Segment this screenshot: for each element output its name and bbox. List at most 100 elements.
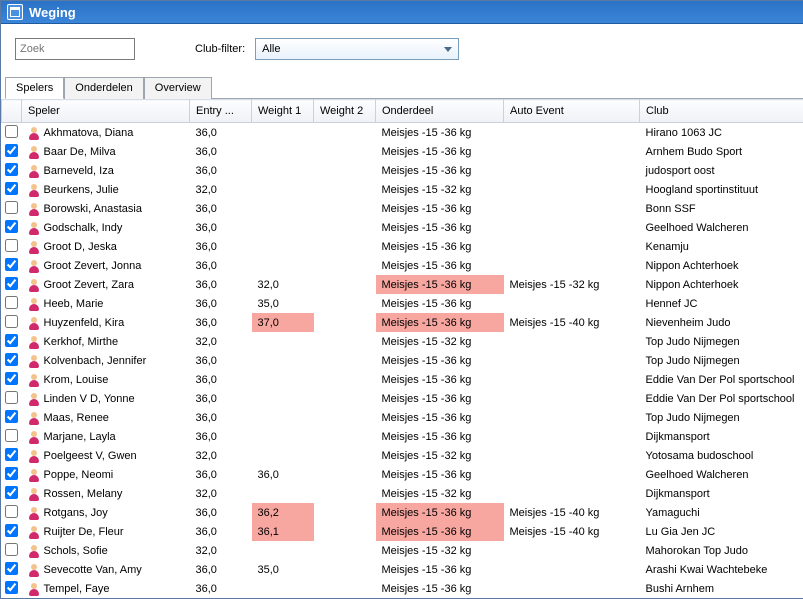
row-checkbox[interactable] — [5, 220, 18, 233]
row-checkbox[interactable] — [5, 277, 18, 290]
tab-onderdelen[interactable]: Onderdelen — [64, 77, 144, 99]
weight1[interactable] — [252, 370, 314, 389]
weight1[interactable] — [252, 180, 314, 199]
weight1[interactable] — [252, 237, 314, 256]
weight1[interactable] — [252, 199, 314, 218]
weight1[interactable] — [252, 351, 314, 370]
row-checkbox[interactable] — [5, 429, 18, 442]
weight2[interactable] — [314, 332, 376, 351]
weight2[interactable] — [314, 503, 376, 522]
row-checkbox[interactable] — [5, 543, 18, 556]
weight2[interactable] — [314, 218, 376, 237]
row-checkbox[interactable] — [5, 125, 18, 138]
weight2[interactable] — [314, 522, 376, 541]
table-row[interactable]: Barneveld, Iza36,0Meisjes -15 -36 kgjudo… — [2, 161, 803, 180]
table-row[interactable]: Sevecotte Van, Amy36,035,0Meisjes -15 -3… — [2, 560, 803, 579]
table-row[interactable]: Heeb, Marie36,035,0Meisjes -15 -36 kgHen… — [2, 294, 803, 313]
col-onderdeel[interactable]: Onderdeel — [376, 100, 504, 123]
weight1[interactable] — [252, 161, 314, 180]
col-weight1[interactable]: Weight 1 — [252, 100, 314, 123]
col-checkbox[interactable] — [2, 100, 22, 123]
weight1[interactable]: 36,1 — [252, 522, 314, 541]
col-speler[interactable]: Speler — [22, 100, 190, 123]
weight1[interactable] — [252, 389, 314, 408]
row-checkbox[interactable] — [5, 467, 18, 480]
weight2[interactable] — [314, 579, 376, 598]
weight2[interactable] — [314, 142, 376, 161]
row-checkbox[interactable] — [5, 353, 18, 366]
weight1[interactable] — [252, 256, 314, 275]
weight2[interactable] — [314, 313, 376, 332]
col-weight2[interactable]: Weight 2 — [314, 100, 376, 123]
table-row[interactable]: Ruijter De, Fleur36,036,1Meisjes -15 -36… — [2, 522, 803, 541]
weight1[interactable]: 35,0 — [252, 560, 314, 579]
weight2[interactable] — [314, 275, 376, 294]
tab-spelers[interactable]: Spelers — [5, 77, 64, 99]
table-row[interactable]: Baar De, Milva36,0Meisjes -15 -36 kgArnh… — [2, 142, 803, 161]
weight1[interactable] — [252, 579, 314, 598]
weight1[interactable] — [252, 408, 314, 427]
weight1[interactable] — [252, 427, 314, 446]
row-checkbox[interactable] — [5, 562, 18, 575]
row-checkbox[interactable] — [5, 486, 18, 499]
weight2[interactable] — [314, 237, 376, 256]
weight2[interactable] — [314, 199, 376, 218]
table-row[interactable]: Borowski, Anastasia36,0Meisjes -15 -36 k… — [2, 199, 803, 218]
weight2[interactable] — [314, 294, 376, 313]
table-row[interactable]: Huyzenfeld, Kira36,037,0Meisjes -15 -36 … — [2, 313, 803, 332]
table-row[interactable]: Groot Zevert, Jonna36,0Meisjes -15 -36 k… — [2, 256, 803, 275]
row-checkbox[interactable] — [5, 372, 18, 385]
row-checkbox[interactable] — [5, 296, 18, 309]
table-row[interactable]: Groot D, Jeska36,0Meisjes -15 -36 kgKena… — [2, 237, 803, 256]
table-row[interactable]: Schols, Sofie32,0Meisjes -15 -32 kgMahor… — [2, 541, 803, 560]
table-row[interactable]: Groot Zevert, Zara36,032,0Meisjes -15 -3… — [2, 275, 803, 294]
row-checkbox[interactable] — [5, 581, 18, 594]
table-row[interactable]: Godschalk, Indy36,0Meisjes -15 -36 kgGee… — [2, 218, 803, 237]
table-row[interactable]: Beurkens, Julie32,0Meisjes -15 -32 kgHoo… — [2, 180, 803, 199]
weight1[interactable] — [252, 218, 314, 237]
col-club[interactable]: Club — [640, 100, 803, 123]
row-checkbox[interactable] — [5, 505, 18, 518]
row-checkbox[interactable] — [5, 144, 18, 157]
col-auto-event[interactable]: Auto Event — [504, 100, 640, 123]
weight2[interactable] — [314, 161, 376, 180]
table-row[interactable]: Poppe, Neomi36,036,0Meisjes -15 -36 kgGe… — [2, 465, 803, 484]
row-checkbox[interactable] — [5, 258, 18, 271]
weight1[interactable]: 32,0 — [252, 275, 314, 294]
table-row[interactable]: Marjane, Layla36,0Meisjes -15 -36 kgDijk… — [2, 427, 803, 446]
table-row[interactable]: Linden V D, Yonne36,0Meisjes -15 -36 kgE… — [2, 389, 803, 408]
weight2[interactable] — [314, 446, 376, 465]
weight1[interactable]: 36,0 — [252, 465, 314, 484]
weight1[interactable] — [252, 446, 314, 465]
weight2[interactable] — [314, 180, 376, 199]
weight1[interactable] — [252, 332, 314, 351]
weight2[interactable] — [314, 484, 376, 503]
weight1[interactable] — [252, 142, 314, 161]
weight2[interactable] — [314, 123, 376, 143]
weight1[interactable]: 37,0 — [252, 313, 314, 332]
row-checkbox[interactable] — [5, 315, 18, 328]
table-row[interactable]: Maas, Renee36,0Meisjes -15 -36 kgTop Jud… — [2, 408, 803, 427]
table-row[interactable]: Kerkhof, Mirthe32,0Meisjes -15 -32 kgTop… — [2, 332, 803, 351]
weight1[interactable] — [252, 484, 314, 503]
weight2[interactable] — [314, 389, 376, 408]
weight1[interactable] — [252, 541, 314, 560]
weight1[interactable]: 35,0 — [252, 294, 314, 313]
weight1[interactable]: 36,2 — [252, 503, 314, 522]
row-checkbox[interactable] — [5, 239, 18, 252]
table-row[interactable]: Rotgans, Joy36,036,2Meisjes -15 -36 kgMe… — [2, 503, 803, 522]
weight2[interactable] — [314, 256, 376, 275]
row-checkbox[interactable] — [5, 524, 18, 537]
row-checkbox[interactable] — [5, 391, 18, 404]
table-row[interactable]: Kolvenbach, Jennifer36,0Meisjes -15 -36 … — [2, 351, 803, 370]
weight2[interactable] — [314, 408, 376, 427]
table-row[interactable]: Akhmatova, Diana36,0Meisjes -15 -36 kgHi… — [2, 123, 803, 143]
weight2[interactable] — [314, 370, 376, 389]
table-row[interactable]: Rossen, Melany32,0Meisjes -15 -32 kgDijk… — [2, 484, 803, 503]
table-row[interactable]: Krom, Louise36,0Meisjes -15 -36 kgEddie … — [2, 370, 803, 389]
row-checkbox[interactable] — [5, 163, 18, 176]
weight2[interactable] — [314, 351, 376, 370]
col-entry[interactable]: Entry ... — [190, 100, 252, 123]
tab-overview[interactable]: Overview — [144, 77, 212, 99]
row-checkbox[interactable] — [5, 334, 18, 347]
